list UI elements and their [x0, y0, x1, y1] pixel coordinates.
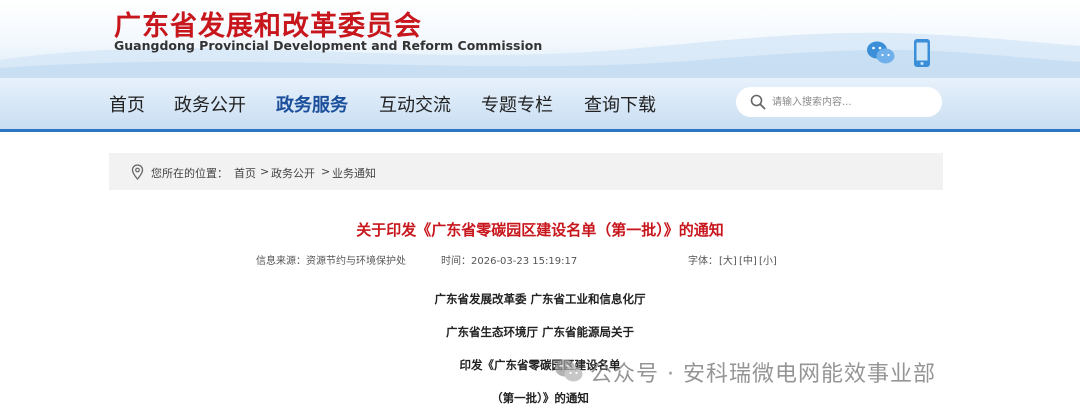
breadcrumb-separator: >: [260, 165, 270, 178]
breadcrumb-separator: >: [321, 165, 331, 178]
font-size-small-link[interactable]: [小]: [759, 252, 777, 267]
article-title: 关于印发《广东省零碳园区建设名单（第一批）》的通知: [356, 221, 724, 239]
nav-interaction[interactable]: 互动交流: [379, 91, 451, 117]
mobile-phone-icon[interactable]: [913, 38, 931, 68]
font-size-medium-link[interactable]: [中]: [739, 252, 757, 267]
wechat-watermark-icon: [555, 359, 583, 382]
nav-query-download[interactable]: 查询下载: [584, 91, 656, 117]
article-time: 时间：2026-03-23 15:19:17: [441, 256, 578, 267]
nav-government-services[interactable]: 政务服务: [276, 91, 348, 117]
nav-government-affairs-disclosure[interactable]: 政务公开: [174, 91, 246, 117]
location-pin-icon: [131, 164, 144, 180]
site-header: 广东省发展和改革委员会 Guangdong Provincial Develop…: [0, 0, 1080, 78]
search-icon[interactable]: [750, 94, 766, 110]
article-body-line: （第一批）》的通知: [491, 391, 589, 405]
font-size-large-link[interactable]: [大]: [719, 252, 737, 267]
site-subtitle: Guangdong Provincial Development and Ref…: [114, 38, 543, 53]
font-size-label: 字体：: [688, 256, 718, 267]
article-body-line: 广东省生态环境厅 广东省能源局关于: [445, 325, 634, 339]
article-source: 信息来源：资源节约与环境保护处: [256, 256, 406, 267]
search-input[interactable]: [772, 93, 932, 111]
breadcrumb-item-business-notice[interactable]: 业务通知: [332, 165, 376, 181]
breadcrumb-prefix: 您所在的位置：: [151, 167, 228, 180]
wechat-icon[interactable]: [866, 40, 896, 66]
search-box: [736, 87, 942, 117]
main-nav: 首页 政务公开 政务服务 互动交流 专题专栏 查询下载: [0, 78, 1080, 132]
breadcrumb: 您所在的位置： 首页 > 政务公开 > 业务通知: [109, 153, 943, 190]
nav-special-topics[interactable]: 专题专栏: [481, 91, 553, 117]
breadcrumb-item-government-affairs[interactable]: 政务公开: [271, 165, 315, 181]
article-body-line: 广东省发展改革委 广东省工业和信息化厅: [434, 292, 646, 306]
nav-home[interactable]: 首页: [109, 91, 145, 117]
watermark-text: 公众号 · 安科瑞微电网能效事业部: [590, 362, 936, 387]
breadcrumb-item-home[interactable]: 首页: [234, 165, 256, 181]
